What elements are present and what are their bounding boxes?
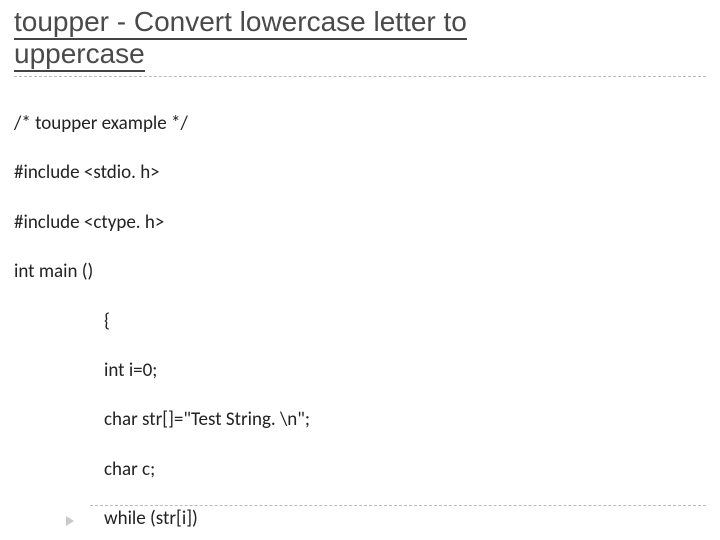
code-line: while (str[i]) <box>14 507 706 532</box>
code-line: /* toupper example */ <box>14 112 706 137</box>
code-line: #include <ctype. h> <box>14 211 706 236</box>
code-line: char str[]="Test String. \n"; <box>14 408 706 433</box>
code-line: { <box>14 310 706 335</box>
code-line: int main () <box>14 260 706 285</box>
title-line-2: uppercase <box>14 38 145 72</box>
code-line: #include <stdio. h> <box>14 161 706 186</box>
code-line: int i=0; <box>14 359 706 384</box>
divider-bottom <box>90 505 706 506</box>
title-line-1: toupper - Convert lowercase letter to <box>14 6 467 40</box>
bullet-marker-icon <box>66 516 74 526</box>
divider-top <box>14 76 706 77</box>
code-line: char c; <box>14 458 706 483</box>
slide: toupper - Convert lowercase letter to up… <box>0 0 720 540</box>
page-title: toupper - Convert lowercase letter to up… <box>14 6 706 70</box>
code-block: /* toupper example */ #include <stdio. h… <box>14 87 706 540</box>
